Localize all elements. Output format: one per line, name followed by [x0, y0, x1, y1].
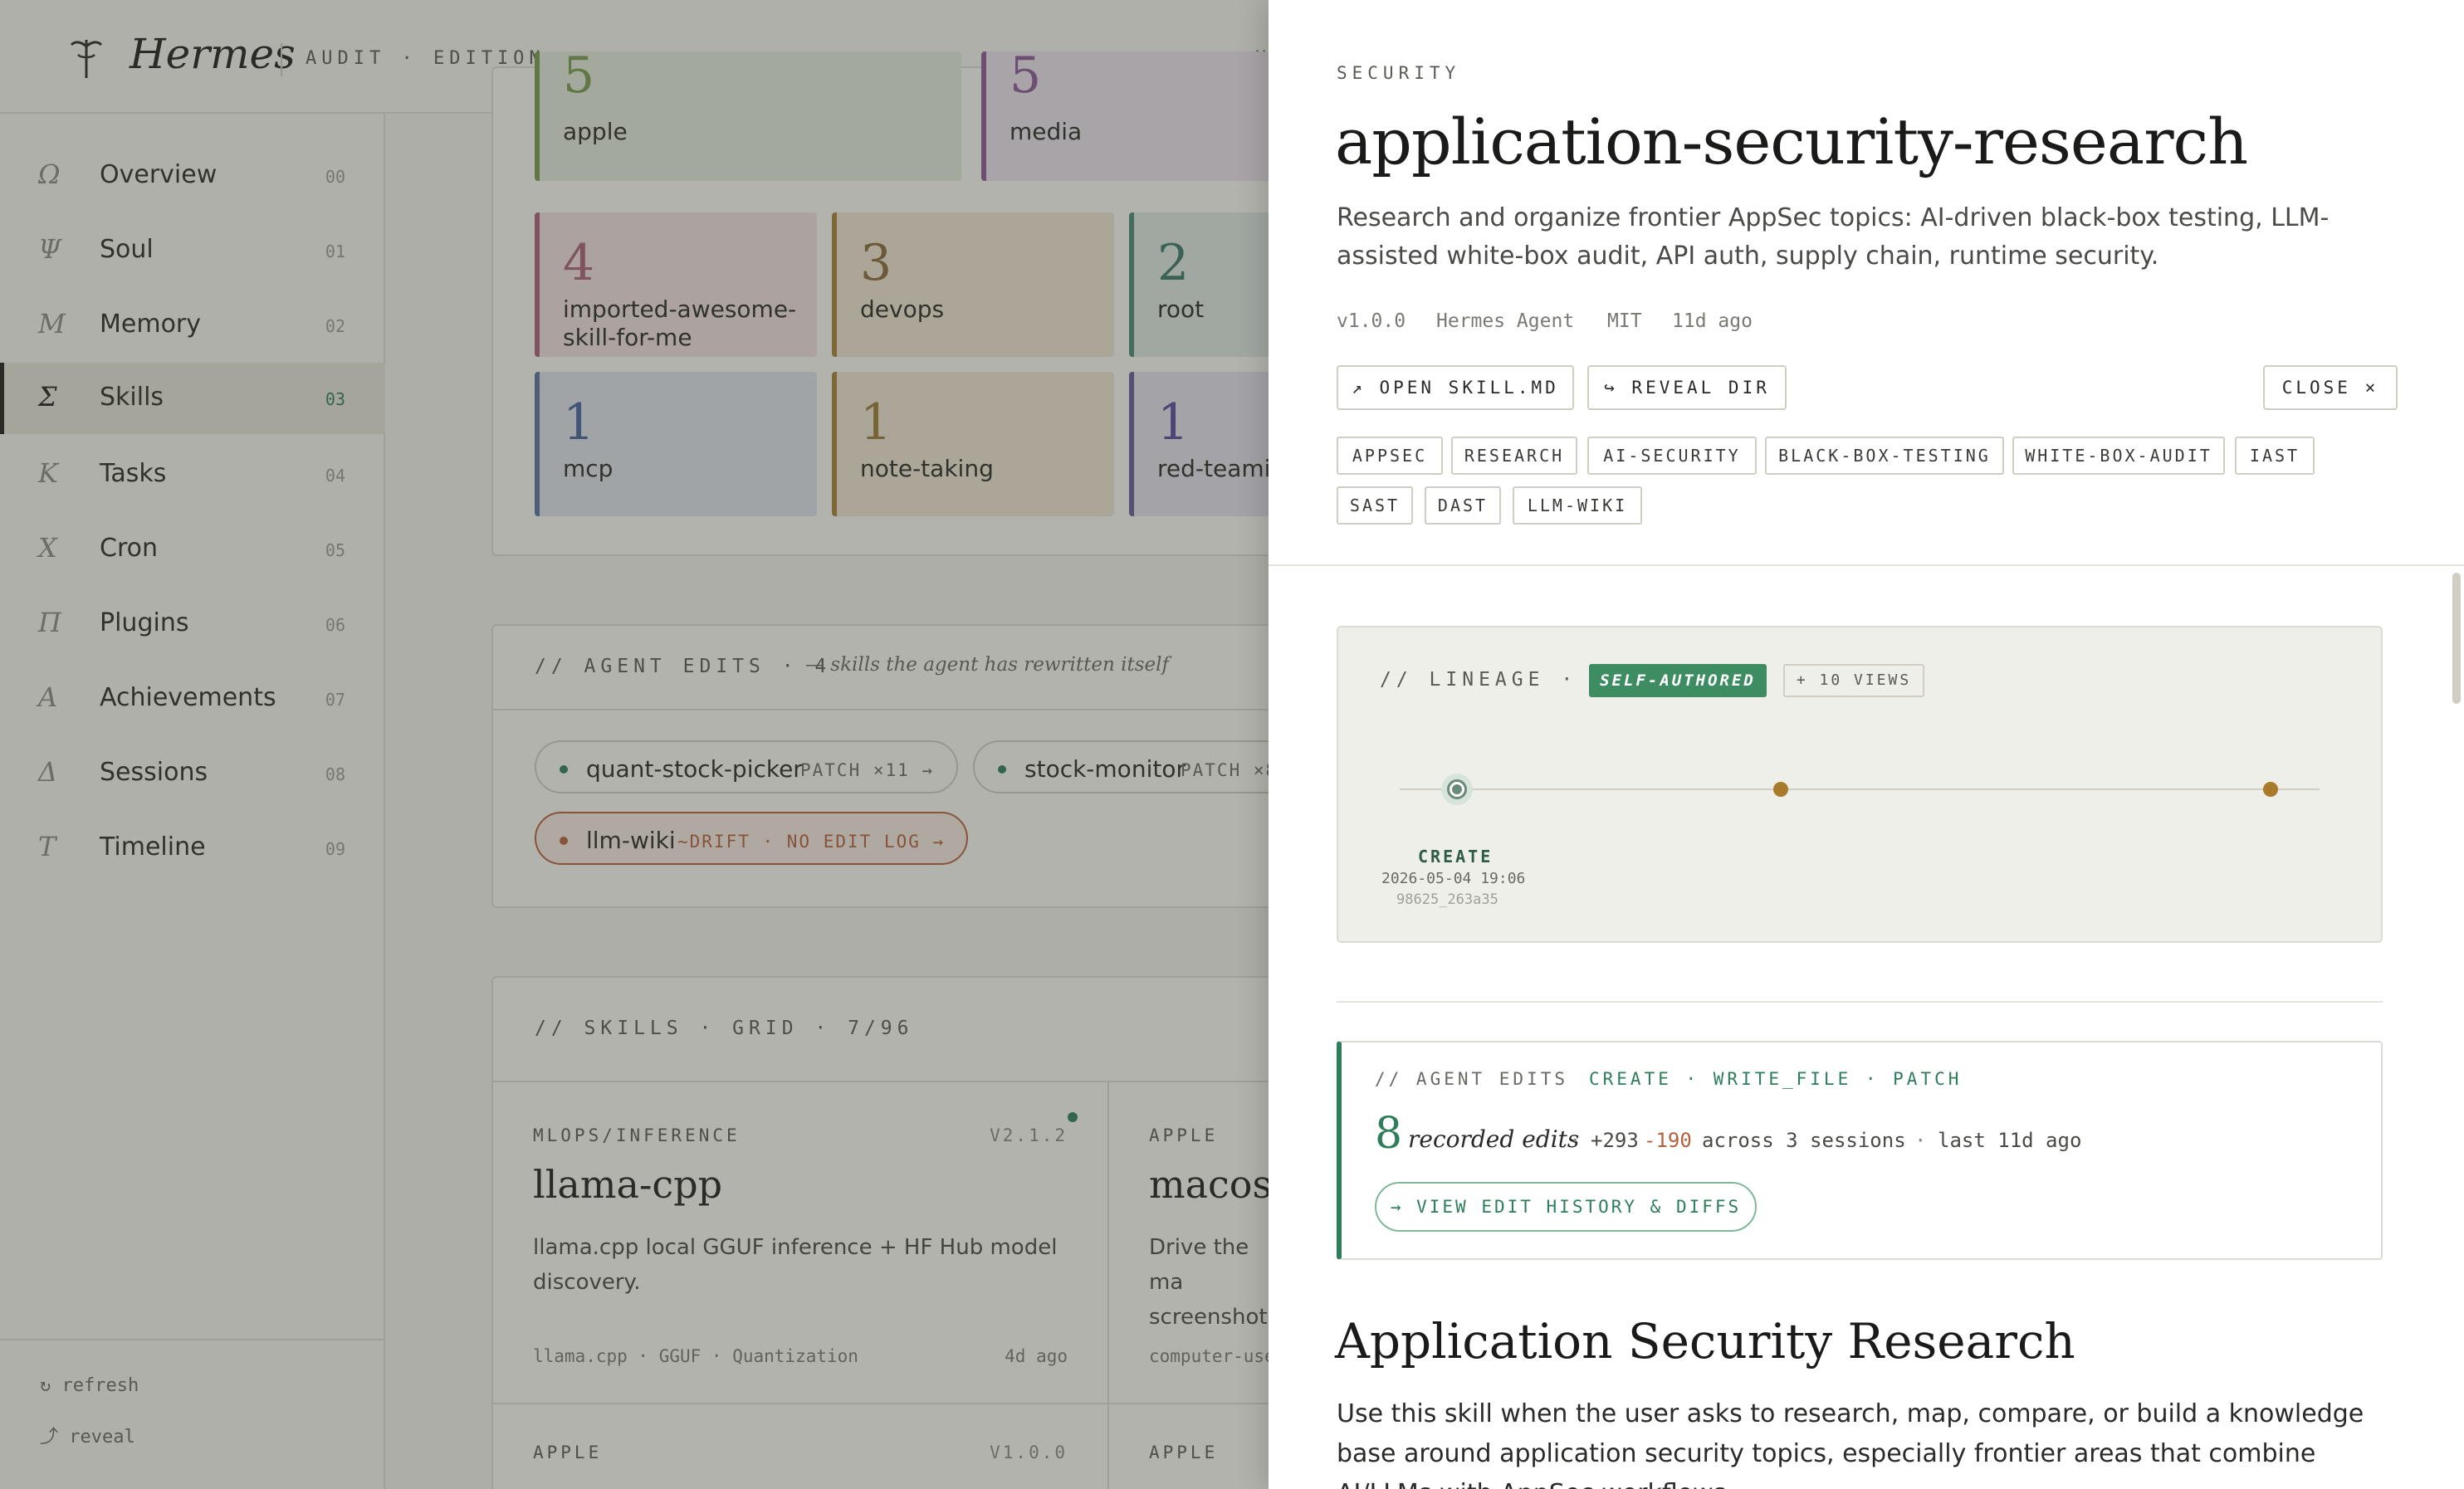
lineage-panel: // LINEAGE · 6 SELF-AUTHORED + 10 VIEWS … — [1337, 626, 2383, 943]
sessions-count: across 3 sessions — [1702, 1129, 1906, 1152]
tag-chip[interactable]: BLACK-BOX-TESTING — [1765, 437, 2004, 475]
tag-chip[interactable]: RESEARCH — [1451, 437, 1577, 475]
readme-body: Use this skill when the user asks to res… — [1337, 1399, 2364, 1489]
skill-license: MIT — [1607, 310, 1642, 332]
views-badge: + 10 VIEWS — [1783, 664, 1924, 697]
tag-chip[interactable]: AI-SECURITY — [1587, 437, 1757, 475]
edit-kinds: CREATE · WRITE_FILE · PATCH — [1589, 1069, 1963, 1089]
skill-title: application-security-research — [1335, 105, 2248, 178]
lineage-node-create-core — [1452, 784, 1462, 794]
scrollbar-thumb[interactable] — [2452, 573, 2461, 704]
tag-chip[interactable]: IAST — [2235, 437, 2315, 475]
open-skill-md-button[interactable]: ↗ OPEN SKILL.MD — [1337, 365, 1574, 410]
lines-removed: -190 — [1644, 1129, 1692, 1152]
section-divider — [1337, 1001, 2383, 1003]
skill-detail-drawer: SECURITY application-security-research R… — [1269, 0, 2464, 1489]
tag-chip[interactable]: WHITE-BOX-AUDIT — [2012, 437, 2225, 475]
skill-category-kicker: SECURITY — [1337, 63, 1461, 83]
lineage-node-hash: 98625_263a35 — [1396, 891, 1498, 908]
self-authored-badge: SELF-AUTHORED — [1589, 664, 1767, 697]
skill-age: 11d ago — [1672, 310, 1753, 332]
modal-scrim[interactable] — [0, 0, 1269, 1489]
separator: · — [1569, 1129, 1582, 1152]
lineage-node-label: CREATE — [1418, 847, 1494, 867]
lineage-node[interactable] — [2263, 782, 2278, 797]
skill-description: Research and organize frontier AppSec to… — [1337, 203, 2330, 271]
tag-chip[interactable]: DAST — [1425, 486, 1501, 525]
tag-chip[interactable]: LLM-WIKI — [1513, 486, 1642, 525]
readme-heading: Application Security Research — [1335, 1313, 2075, 1369]
lineage-node-date: 2026-05-04 19:06 — [1381, 870, 1526, 887]
skill-version: v1.0.0 — [1337, 310, 1406, 332]
agent-edits-summary: // AGENT EDITS CREATE · WRITE_FILE · PAT… — [1337, 1041, 2383, 1260]
lineage-title: // LINEAGE · 6 — [1380, 669, 1611, 691]
reveal-dir-button[interactable]: ↪ REVEAL DIR — [1587, 365, 1787, 410]
tag-chip[interactable]: SAST — [1337, 486, 1413, 525]
agent-edits-title: // AGENT EDITS — [1375, 1069, 1569, 1089]
edit-count: 8 — [1375, 1109, 1403, 1159]
lineage-track — [1400, 788, 2320, 790]
edit-count-label: recorded edits — [1408, 1125, 1580, 1153]
lines-added: +293 — [1591, 1129, 1639, 1152]
view-edit-history-button[interactable]: → VIEW EDIT HISTORY & DIFFS — [1375, 1182, 1757, 1232]
header-divider — [1269, 564, 2464, 566]
separator: · — [1914, 1129, 1927, 1152]
skill-author: Hermes Agent — [1436, 310, 1575, 332]
last-edit-age: last 11d ago — [1938, 1129, 2082, 1152]
lineage-node[interactable] — [1773, 782, 1788, 797]
close-button[interactable]: CLOSE × — [2263, 365, 2398, 410]
tag-chip[interactable]: APPSEC — [1337, 437, 1443, 475]
